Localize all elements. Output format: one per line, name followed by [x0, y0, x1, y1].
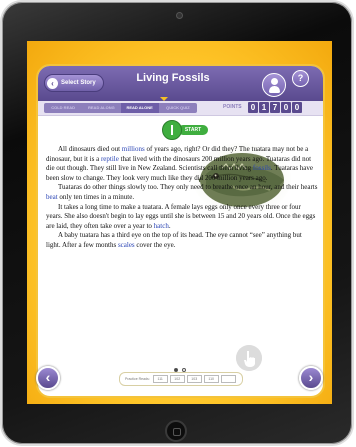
points-digit: 1: [259, 102, 269, 113]
vocab-link-hatch[interactable]: hatch: [154, 222, 169, 230]
help-icon[interactable]: ?: [292, 70, 309, 87]
story-text-run: only ten times in a minute.: [57, 192, 135, 201]
header-bar: ‹ Select Story Living Fossils ?: [38, 66, 323, 101]
vocab-link-reptile[interactable]: reptile: [101, 155, 119, 163]
hand-pointer-icon[interactable]: [236, 345, 262, 371]
app-screen: ‹ Select Story Living Fossils ? COLD REA…: [27, 41, 332, 404]
vocab-link-scales[interactable]: scales: [118, 241, 135, 249]
practice-read-cell: 102: [169, 375, 185, 383]
home-button[interactable]: [165, 420, 187, 442]
practice-read-cell: 103: [186, 375, 202, 383]
start-label: START: [178, 125, 208, 135]
vocab-link-millions[interactable]: millions: [122, 145, 145, 153]
story-text-run: All dinosaurs died out: [58, 145, 122, 153]
story-paragraph: A baby tuatara has a third eye on the to…: [46, 231, 318, 250]
practice-read-cell: 110: [203, 375, 219, 383]
practice-reads-label: Practice Reads:: [125, 377, 150, 381]
active-tab-indicator: [160, 97, 168, 101]
vocab-link-fossils[interactable]: fossils: [253, 164, 271, 172]
reading-panel: ‹ Select Story Living Fossils ? COLD REA…: [36, 64, 325, 398]
practice-read-cell: [220, 375, 236, 383]
start-button[interactable]: START: [162, 120, 208, 140]
mode-tabs: COLD READ READ ALONG READ ALONE QUICK QU…: [44, 103, 197, 113]
points-digit: 7: [270, 102, 280, 113]
tab-read-alone[interactable]: READ ALONE: [120, 103, 159, 113]
story-text-run: Tuataras do other things slowly too. The…: [58, 183, 318, 192]
story-text: All dinosaurs died out millions of years…: [46, 145, 318, 251]
vocab-link-beat[interactable]: beat: [46, 193, 58, 201]
story-text-run: It takes a long time to make a tuatara. …: [46, 202, 316, 230]
story-paragraph: It takes a long time to make a tuatara. …: [46, 203, 318, 232]
points-counter: 0 1 7 0 0: [248, 102, 302, 113]
select-story-label: Select Story: [61, 80, 96, 86]
points-digit: 0: [281, 102, 291, 113]
tab-quick-quiz[interactable]: QUICK QUIZ: [159, 103, 197, 113]
camera: [176, 12, 183, 19]
power-icon: [162, 120, 182, 140]
practice-read-cell: 111: [152, 375, 168, 383]
points-digit: 0: [248, 102, 258, 113]
story-text-run: cover the eye.: [134, 240, 176, 249]
mode-tab-bar: COLD READ READ ALONG READ ALONE QUICK QU…: [38, 97, 323, 116]
story-paragraph: All dinosaurs died out millions of years…: [46, 145, 318, 183]
next-page-button[interactable]: ›: [299, 366, 323, 390]
chevron-left-icon: ‹: [47, 77, 58, 89]
tablet-frame: ‹ Select Story Living Fossils ? COLD REA…: [2, 2, 352, 444]
points-digit: 0: [292, 102, 302, 113]
points-label: POINTS: [223, 104, 242, 110]
story-paragraph: Tuataras do other things slowly too. The…: [46, 183, 318, 202]
practice-reads-bar: Practice Reads: 111 102 103 110: [119, 372, 243, 386]
story-text-run: .: [168, 221, 171, 230]
story-title: Living Fossils: [136, 72, 210, 84]
tab-cold-read[interactable]: COLD READ: [44, 103, 82, 113]
tab-read-along[interactable]: READ ALONG: [82, 103, 120, 113]
select-story-button[interactable]: ‹ Select Story: [44, 74, 104, 92]
previous-page-button[interactable]: ‹: [36, 366, 60, 390]
user-icon[interactable]: [262, 73, 286, 97]
